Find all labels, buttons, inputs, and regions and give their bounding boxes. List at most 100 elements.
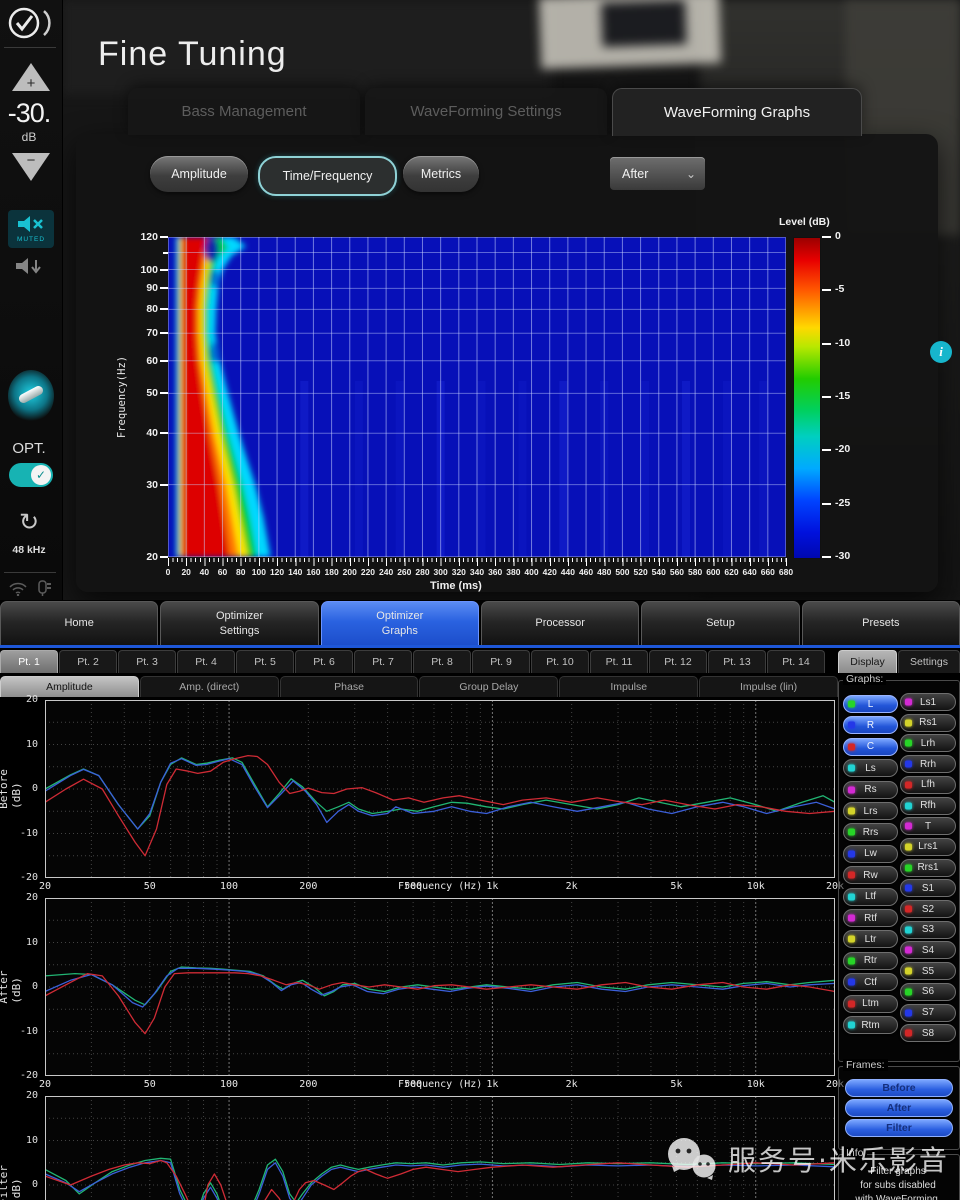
graphs-fieldset: Graphs: LRCLsRsLrsRrsLwRwLtfRtfLtrRtrCtf… xyxy=(838,680,960,1062)
channel-color-dot xyxy=(905,802,912,809)
pt-tab-7[interactable]: Pt. 7 xyxy=(354,650,412,673)
colorbar-tick-label: -15 xyxy=(835,390,850,402)
channel-R[interactable]: R xyxy=(843,716,898,734)
pt-tab-13[interactable]: Pt. 13 xyxy=(708,650,766,673)
channel-Rrs1[interactable]: Rrs1 xyxy=(900,859,956,877)
channel-Rtm[interactable]: Rtm xyxy=(843,1016,898,1034)
channel-S4[interactable]: S4 xyxy=(900,941,956,959)
watermark-text: 服务号·米乐影音 xyxy=(728,1139,949,1179)
channel-Rrs[interactable]: Rrs xyxy=(843,823,898,841)
graph-tab-group-delay[interactable]: Group Delay xyxy=(419,676,558,697)
channel-Ls1[interactable]: Ls1 xyxy=(900,693,956,711)
channel-color-dot xyxy=(905,906,912,913)
metrics-button[interactable]: Metrics xyxy=(403,156,479,192)
channel-S2[interactable]: S2 xyxy=(900,900,956,918)
channel-Lrs[interactable]: Lrs xyxy=(843,802,898,820)
nav-tab-optimizer-graphs[interactable]: Optimizer Graphs xyxy=(321,601,479,645)
nav-tab-home[interactable]: Home xyxy=(0,601,158,645)
frame-filter-button[interactable]: Filter xyxy=(845,1119,953,1137)
pt-tab-12[interactable]: Pt. 12 xyxy=(649,650,707,673)
dim-volume-icon[interactable] xyxy=(14,256,48,278)
channel-Lw[interactable]: Lw xyxy=(843,845,898,863)
channel-S6[interactable]: S6 xyxy=(900,983,956,1001)
y-tick-label: 70 xyxy=(128,327,158,339)
x-tick-label: 280 xyxy=(415,567,429,577)
tab-waveforming-graphs[interactable]: WaveForming Graphs xyxy=(612,88,862,136)
graph-tab-phase[interactable]: Phase xyxy=(280,676,419,697)
graph-tab-impulse[interactable]: Impulse xyxy=(559,676,698,697)
channel-T[interactable]: T xyxy=(900,817,956,835)
spectrogram-y-ticks: 1201009080706050403020 xyxy=(126,237,168,557)
channel-Ls[interactable]: Ls xyxy=(843,759,898,777)
x-tick-label: 460 xyxy=(579,567,593,577)
plot-canvas xyxy=(45,700,835,878)
tab-bass-management[interactable]: Bass Management xyxy=(128,88,360,135)
channel-Rtf[interactable]: Rtf xyxy=(843,909,898,927)
pt-tab-14[interactable]: Pt. 14 xyxy=(767,650,825,673)
mute-button[interactable]: MUTED xyxy=(8,210,54,248)
channel-L[interactable]: L xyxy=(843,695,898,713)
optimizer-toggle[interactable]: ✓ xyxy=(9,463,53,487)
channel-Rtr[interactable]: Rtr xyxy=(843,952,898,970)
pt-tab-11[interactable]: Pt. 11 xyxy=(590,650,648,673)
graph-tab-impulse-lin[interactable]: Impulse (lin) xyxy=(699,676,838,697)
pt-tab-5[interactable]: Pt. 5 xyxy=(236,650,294,673)
y-tick-label: 20 xyxy=(128,551,158,563)
channel-Ltm[interactable]: Ltm xyxy=(843,995,898,1013)
nav-tab-optimizer-settings[interactable]: Optimizer Settings xyxy=(160,601,318,645)
channel-Lrh[interactable]: Lrh xyxy=(900,734,956,752)
channel-Ctf[interactable]: Ctf xyxy=(843,973,898,991)
nav-tab-setup[interactable]: Setup xyxy=(641,601,799,645)
channel-S1[interactable]: S1 xyxy=(900,879,956,897)
y-tick-mark xyxy=(160,484,168,486)
pt-tab-9[interactable]: Pt. 9 xyxy=(472,650,530,673)
calibration-mic-icon[interactable] xyxy=(8,370,54,422)
channel-Rs[interactable]: Rs xyxy=(843,781,898,799)
channel-Lrs1[interactable]: Lrs1 xyxy=(900,838,956,856)
volume-sidebar: + -30. dB − MUTED OPT. ✓ xyxy=(0,0,63,600)
channel-color-dot xyxy=(848,765,855,772)
channel-S8[interactable]: S8 xyxy=(900,1024,956,1042)
channel-Rs1[interactable]: Rs1 xyxy=(900,714,956,732)
frame-select-dropdown[interactable]: After ⌄ xyxy=(610,157,705,190)
spectrogram-x-axis-label: Time (ms) xyxy=(430,580,482,592)
graph-tab-amp-direct[interactable]: Amp. (direct) xyxy=(140,676,279,697)
tab-display[interactable]: Display xyxy=(838,650,897,673)
channel-color-dot xyxy=(905,761,912,768)
channel-Rw[interactable]: Rw xyxy=(843,866,898,884)
nav-tab-processor[interactable]: Processor xyxy=(481,601,639,645)
frame-before-button[interactable]: Before xyxy=(845,1079,953,1097)
volume-down-button[interactable]: − xyxy=(11,152,51,182)
y-tick-mark xyxy=(160,269,168,271)
x-tick-label: 420 xyxy=(543,567,557,577)
x-tick-label: 160 xyxy=(306,567,320,577)
channel-S5[interactable]: S5 xyxy=(900,962,956,980)
nav-tab-presets[interactable]: Presets xyxy=(802,601,960,645)
pt-tab-1[interactable]: Pt. 1 xyxy=(0,650,58,673)
info-button[interactable]: i xyxy=(930,341,952,363)
channel-Rfh[interactable]: Rfh xyxy=(900,797,956,815)
channel-Ltr[interactable]: Ltr xyxy=(843,930,898,948)
pt-tab-6[interactable]: Pt. 6 xyxy=(295,650,353,673)
frame-after-button[interactable]: After xyxy=(845,1099,953,1117)
tab-settings[interactable]: Settings xyxy=(898,650,960,673)
plot-x-tick-row: 20501002005001k2k5k10k20kFrequency (Hz) xyxy=(45,881,835,896)
tab-waveforming-settings[interactable]: WaveForming Settings xyxy=(365,88,607,135)
pt-tab-10[interactable]: Pt. 10 xyxy=(531,650,589,673)
channel-Lfh[interactable]: Lfh xyxy=(900,776,956,794)
frame-select-value: After xyxy=(610,167,686,181)
volume-up-button[interactable]: + xyxy=(11,62,51,92)
channel-Rrh[interactable]: Rrh xyxy=(900,755,956,773)
amplitude-button[interactable]: Amplitude xyxy=(150,156,248,192)
channel-C[interactable]: C xyxy=(843,738,898,756)
channel-S3[interactable]: S3 xyxy=(900,921,956,939)
plot-y-tick-label: 10 xyxy=(8,1135,38,1146)
pt-tab-3[interactable]: Pt. 3 xyxy=(118,650,176,673)
pt-tab-4[interactable]: Pt. 4 xyxy=(177,650,235,673)
channel-S7[interactable]: S7 xyxy=(900,1004,956,1022)
pt-tab-8[interactable]: Pt. 8 xyxy=(413,650,471,673)
channel-Ltf[interactable]: Ltf xyxy=(843,888,898,906)
channel-color-dot xyxy=(905,1009,912,1016)
pt-tab-2[interactable]: Pt. 2 xyxy=(59,650,117,673)
time-frequency-button[interactable]: Time/Frequency xyxy=(258,156,397,196)
